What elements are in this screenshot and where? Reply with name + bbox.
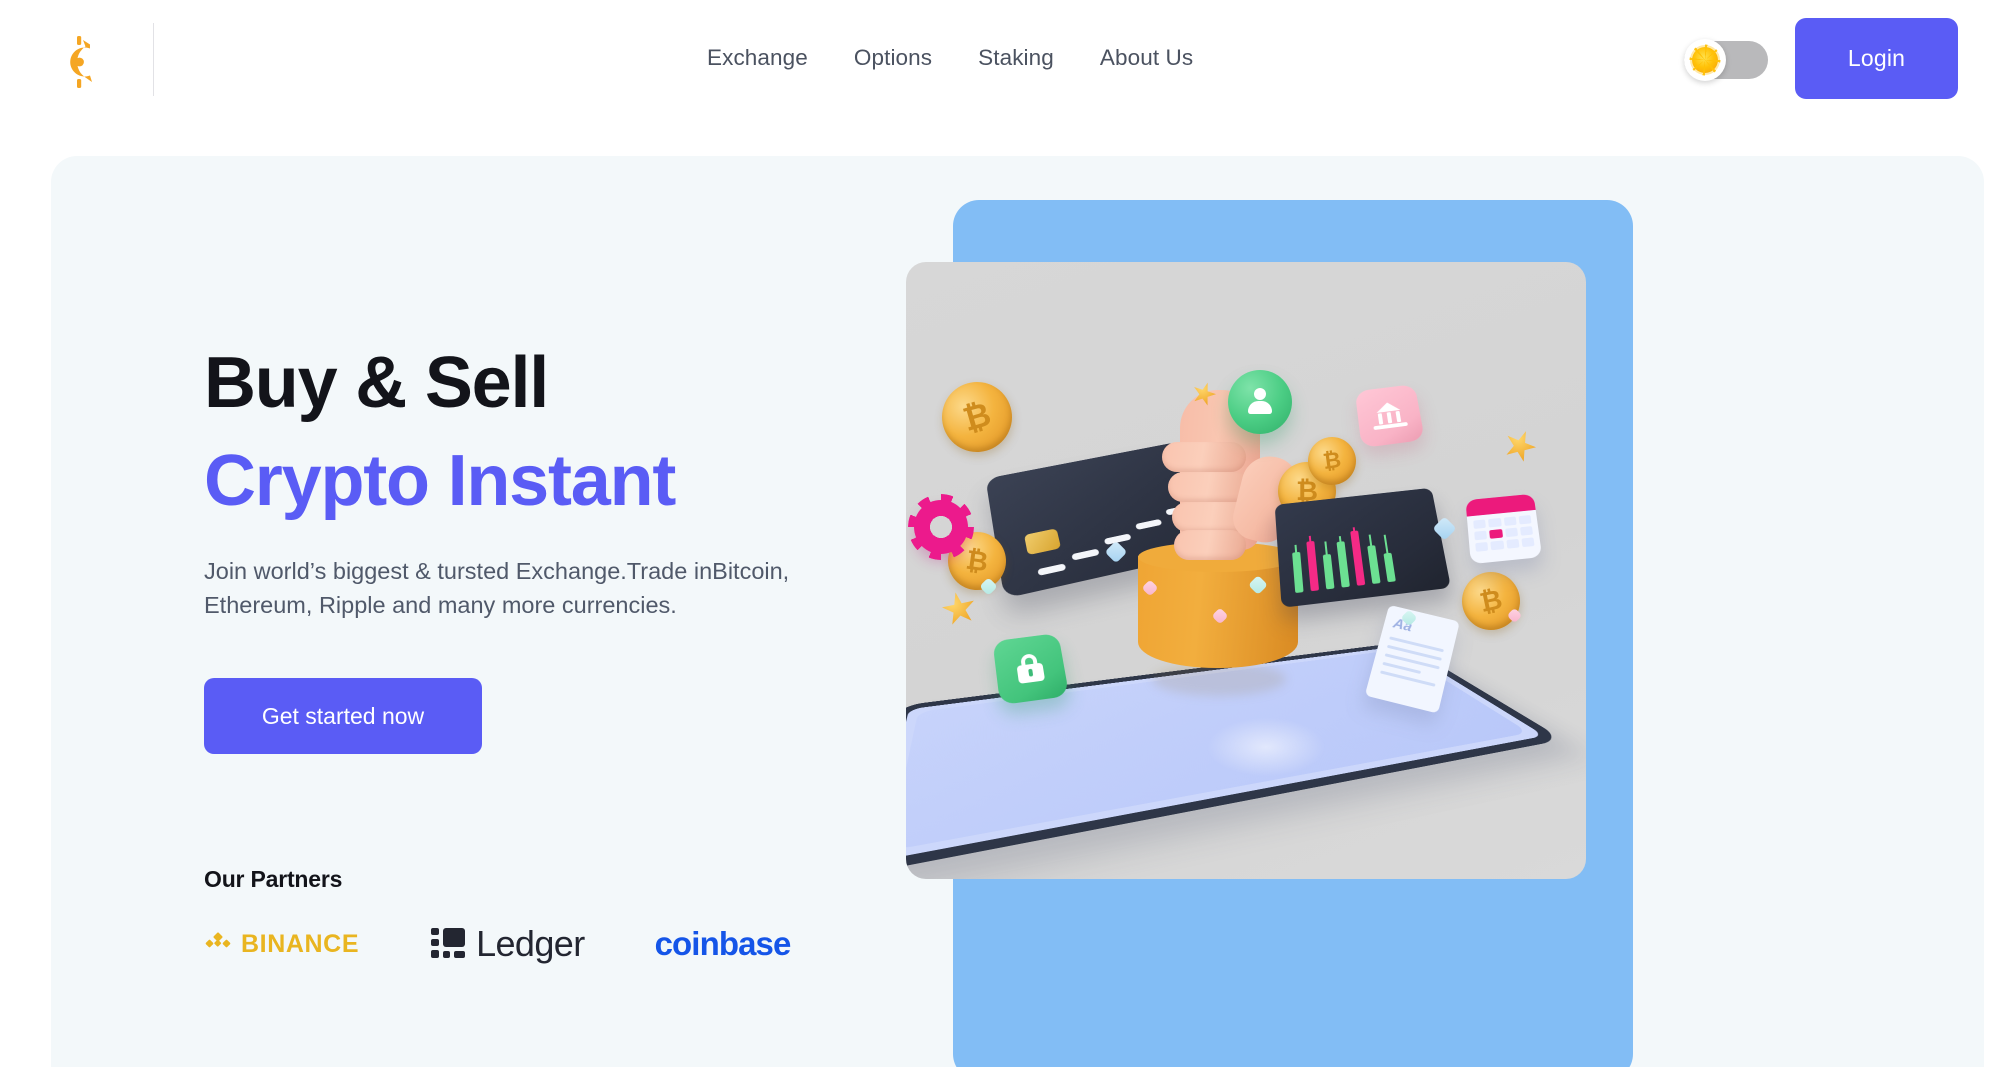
gear-icon: [914, 500, 968, 554]
padlock-icon: [992, 632, 1070, 706]
header-divider: [153, 23, 154, 96]
hero-heading-line-2: Crypto Instant: [204, 441, 676, 521]
bitcoin-coin-icon: ₿: [933, 373, 1021, 461]
screen-highlight: [1206, 717, 1326, 777]
calendar-icon: [1465, 493, 1543, 565]
main-nav: Exchange Options Staking About Us: [684, 45, 1216, 71]
partners-heading: Our Partners: [204, 866, 343, 892]
login-button[interactable]: Login: [1795, 18, 1958, 99]
nav-item-options[interactable]: Options: [831, 45, 955, 71]
user-avatar-icon: [1228, 370, 1292, 434]
site-header: Exchange Options Staking About Us Login: [0, 0, 1999, 125]
hero-copy: Buy & Sell Crypto Instant Join world’s b…: [204, 334, 904, 965]
partner-coinbase-label: coinbase: [654, 925, 792, 962]
ledger-grid-icon: [431, 928, 466, 958]
sun-icon: [1692, 47, 1718, 73]
crypto-cent-logo-icon: [70, 36, 92, 88]
partner-ledger[interactable]: Ledger: [429, 923, 585, 965]
partner-binance-label: BINANCE: [241, 929, 360, 958]
partner-coinbase[interactable]: coinbase: [654, 925, 792, 963]
hero-paragraph: Join world’s biggest & tursted Exchange.…: [204, 558, 790, 618]
hero-section: Buy & Sell Crypto Instant Join world’s b…: [51, 156, 1984, 1067]
hero-heading-line-1: Buy & Sell: [204, 343, 549, 423]
nav-item-staking[interactable]: Staking: [955, 45, 1077, 71]
illustration-front-card: ₿ ₿ ₿ ₿ ₿ Aa: [906, 262, 1586, 879]
crypto-3d-hero-illustration: ₿ ₿ ₿ ₿ ₿ Aa: [906, 200, 1984, 1067]
theme-toggle-knob[interactable]: [1684, 39, 1726, 81]
bank-icon: [1354, 384, 1425, 449]
nav-item-exchange[interactable]: Exchange: [684, 45, 831, 71]
candlestick-chart-icon: [1274, 487, 1452, 608]
partners-list: BINANCE Ledger coinbase: [204, 923, 904, 965]
partner-binance[interactable]: BINANCE: [204, 930, 359, 959]
get-started-button[interactable]: Get started now: [204, 678, 482, 754]
page-title: Buy & Sell Crypto Instant: [204, 334, 904, 530]
star-icon: [1499, 425, 1541, 467]
binance-diamond-icon: [205, 932, 231, 948]
card-chip-icon: [1024, 528, 1062, 556]
nav-item-about-us[interactable]: About Us: [1077, 45, 1216, 71]
partner-ledger-label: Ledger: [476, 923, 585, 964]
brand-logo[interactable]: [58, 33, 100, 91]
theme-toggle[interactable]: [1684, 39, 1768, 81]
